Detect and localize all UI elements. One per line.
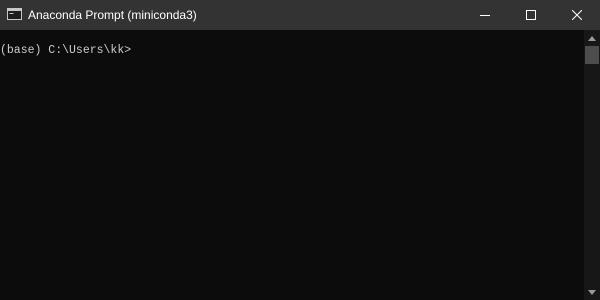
scroll-thumb[interactable] (585, 46, 599, 64)
scroll-down-arrow-icon (588, 289, 596, 295)
close-button[interactable] (554, 0, 600, 30)
close-icon (572, 10, 582, 20)
minimize-button[interactable] (462, 0, 508, 30)
scroll-up-button[interactable] (584, 30, 600, 46)
title-bar[interactable]: Anaconda Prompt (miniconda3) (0, 0, 600, 30)
minimize-icon (480, 15, 490, 16)
maximize-button[interactable] (508, 0, 554, 30)
scroll-up-arrow-icon (588, 35, 596, 41)
console-output-area[interactable]: (base) C:\Users\kk> (0, 30, 584, 300)
console-prompt-line[interactable]: (base) C:\Users\kk> (0, 43, 131, 59)
console-icon (7, 8, 22, 20)
maximize-icon (526, 10, 536, 20)
console-window: Anaconda Prompt (miniconda3) (base) C:\U… (0, 0, 600, 300)
window-controls (462, 0, 600, 30)
vertical-scrollbar[interactable] (584, 30, 600, 300)
window-title: Anaconda Prompt (miniconda3) (28, 8, 197, 22)
scroll-down-button[interactable] (584, 284, 600, 300)
